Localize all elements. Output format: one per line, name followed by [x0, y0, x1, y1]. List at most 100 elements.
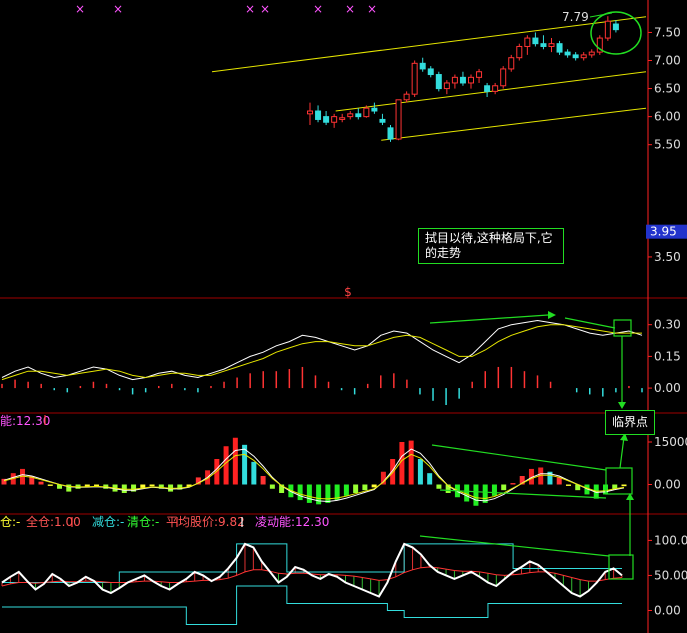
position-legend-label: 仓:-	[0, 515, 20, 529]
candle-body	[419, 62, 426, 70]
candle-body	[468, 76, 474, 84]
candle-body	[459, 76, 466, 84]
energy-bar	[260, 476, 266, 485]
energy-bar	[223, 446, 229, 485]
x-marker: ×	[245, 2, 255, 16]
channel-line	[381, 107, 647, 141]
candle-body	[516, 45, 523, 59]
position-legend-label: 减仓:-	[92, 515, 124, 529]
arrow-head	[618, 402, 626, 409]
candle-body	[451, 76, 458, 84]
candle-body	[524, 37, 531, 47]
candle-body	[347, 113, 354, 118]
x-marker: ×	[313, 2, 323, 16]
candle-body	[492, 85, 499, 92]
energy-bar	[306, 484, 312, 503]
channel-line	[335, 71, 647, 112]
candle-body	[508, 57, 515, 70]
annotation-note: 拭目以待,这种格局下,它的走势	[418, 228, 564, 264]
candle-body	[556, 43, 563, 53]
position-legend-label: 平均股价:9.82	[166, 515, 245, 529]
energy-bar	[353, 484, 359, 493]
candle-body	[564, 51, 571, 56]
stock-chart-canvas: 7.50 7.00 6.50 6.00 5.50 3.50 3.95 7.79 × × × × × × × $…	[0, 0, 687, 633]
energy-bar	[232, 437, 238, 485]
candle-body	[339, 117, 346, 120]
annotation-critical-point: 临界点	[605, 410, 656, 435]
candle-body	[403, 93, 410, 101]
energy-bar	[427, 473, 433, 485]
energy-bar	[38, 481, 44, 485]
candle-body	[411, 62, 418, 95]
candle-body	[443, 82, 450, 90]
energy-bar	[621, 484, 627, 487]
price-tick-label: 6.00	[654, 110, 681, 124]
high-price-label: 7.79	[562, 10, 589, 24]
x-marker: ×	[345, 2, 355, 16]
price-tick-label: 6.50	[654, 82, 681, 96]
candle-body	[379, 118, 386, 123]
candle-body	[580, 54, 587, 59]
candle-body	[371, 107, 378, 112]
x-marker: ×	[113, 2, 123, 16]
s-marker: $	[344, 285, 352, 299]
x-marker: ×	[367, 2, 377, 16]
energy-bar	[297, 484, 303, 501]
energy-bar	[436, 484, 442, 489]
energy-tick-label: 15000	[654, 435, 687, 449]
candle-body	[572, 54, 579, 59]
energy-bar	[510, 483, 516, 485]
x-marker: ×	[260, 2, 270, 16]
candle-body	[588, 51, 595, 56]
energy-bar	[473, 484, 479, 506]
energy-title-label: 能:12.30	[0, 414, 50, 428]
energy-bar	[362, 484, 368, 491]
channel-line	[211, 16, 647, 73]
price-tick-label: 7.50	[654, 25, 681, 39]
price-badge-label: 3.95	[650, 225, 677, 239]
position-legend-label: 清仓:-	[127, 515, 159, 529]
energy-bar	[408, 440, 414, 485]
position-upper-band	[2, 543, 622, 583]
candle-body	[363, 107, 370, 118]
candle-body	[540, 43, 547, 47]
macd-tick-label: 0.00	[654, 381, 681, 395]
energy-bar	[47, 484, 53, 486]
position-legend-label: 凌动能:12.30	[255, 515, 329, 529]
price-tick-label: 3.50	[654, 250, 681, 264]
macd-line	[1, 324, 642, 381]
candle-body	[435, 74, 442, 90]
macd-tick-label: 0.15	[654, 349, 681, 363]
candle-body	[484, 85, 491, 92]
candle-body	[355, 113, 362, 118]
candle-body	[532, 37, 539, 45]
energy-bar	[269, 484, 275, 489]
arrow-head	[548, 311, 556, 319]
candle-body	[548, 43, 555, 47]
position-tick-label: 50.00	[654, 568, 687, 582]
energy-tick-label: 0.00	[654, 478, 681, 492]
macd-tick-label: 0.30	[654, 318, 681, 332]
energy-bar	[149, 484, 155, 487]
candle-body	[612, 23, 619, 31]
trend-arrow	[419, 535, 610, 557]
candle-body	[307, 110, 313, 115]
candle-body	[395, 99, 402, 140]
position-tick-label: 100.0	[654, 533, 687, 547]
energy-bar	[565, 484, 571, 486]
energy-bar	[251, 461, 257, 485]
highlight-circle	[590, 11, 642, 55]
candle-body	[476, 71, 483, 78]
price-tick-label: 5.50	[654, 138, 681, 152]
energy-bar	[417, 459, 423, 485]
candle-body	[604, 20, 611, 39]
candle-body	[500, 68, 507, 87]
position-white-line	[1, 542, 623, 598]
position-lower-band	[2, 585, 622, 625]
candle-body	[427, 68, 434, 76]
x-marker: ×	[75, 2, 85, 16]
connector-arrow	[619, 436, 625, 469]
energy-bar	[501, 484, 507, 491]
candle-body	[331, 116, 338, 123]
energy-bar	[325, 484, 331, 503]
